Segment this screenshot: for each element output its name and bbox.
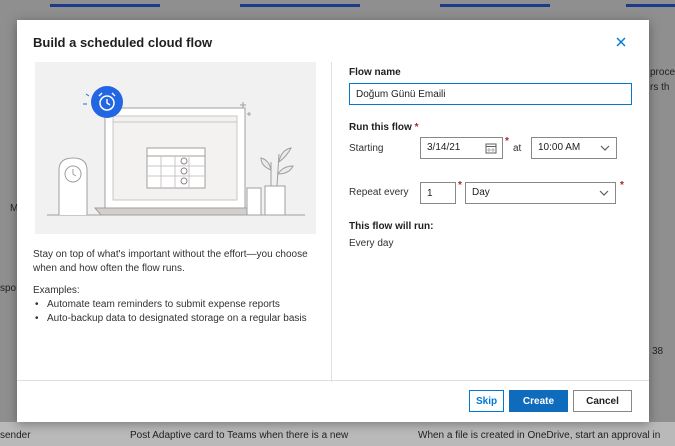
scheduled-flow-illustration [35, 62, 316, 234]
background-text: 38 [652, 346, 664, 357]
example-item: Automate team reminders to submit expens… [33, 298, 307, 312]
laptop-calendar-illustration [47, 86, 305, 216]
will-run-summary: Every day [349, 238, 394, 249]
background-template-row: sender Post Adaptive card to Teams when … [0, 422, 675, 446]
starting-label: Starting [349, 143, 384, 154]
create-button[interactable]: Create [509, 390, 568, 412]
background-text: spo [0, 283, 17, 294]
examples-label: Examples: [33, 285, 80, 296]
start-date-picker[interactable]: 3/14/21 [420, 137, 503, 159]
run-this-flow-label: Run this flow * [349, 122, 418, 133]
required-mark: * [620, 180, 624, 191]
background-card-accent [50, 4, 160, 7]
repeat-unit-dropdown[interactable]: Day [465, 182, 616, 204]
flow-name-label: Flow name [349, 67, 401, 78]
background-template-title[interactable]: When a file is created in OneDrive, star… [418, 430, 660, 441]
flow-description: Stay on top of what's important without … [33, 249, 308, 274]
chevron-down-icon [600, 145, 610, 151]
skip-button[interactable]: Skip [469, 390, 504, 412]
start-date-value: 3/14/21 [427, 142, 461, 153]
background-card-accent [240, 4, 360, 7]
background-text: rs th [650, 82, 670, 93]
calendar-icon [485, 143, 497, 154]
repeat-interval-input[interactable] [420, 182, 456, 204]
start-time-dropdown[interactable]: 10:00 AM [531, 137, 617, 159]
scheduled-flow-dialog: Build a scheduled cloud flow Stay on top… [17, 20, 649, 422]
close-button[interactable] [614, 35, 628, 49]
required-mark: * [505, 136, 509, 147]
at-label: at [513, 143, 522, 154]
background-card-accent [626, 4, 675, 7]
footer-divider [17, 380, 649, 381]
background-template-title[interactable]: sender [0, 430, 31, 441]
repeat-every-label: Repeat every [349, 187, 409, 198]
run-this-flow-text: Run this flow [349, 122, 412, 133]
will-run-label: This flow will run: [349, 221, 434, 232]
required-mark: * [414, 122, 419, 133]
background-card-accent [440, 4, 550, 7]
dialog-title: Build a scheduled cloud flow [33, 35, 213, 50]
flow-name-input[interactable] [349, 83, 632, 105]
required-mark: * [458, 180, 462, 191]
examples-list: Automate team reminders to submit expens… [33, 298, 307, 326]
repeat-unit-value: Day [472, 187, 490, 198]
background-text: proce [650, 67, 675, 78]
cancel-button[interactable]: Cancel [573, 390, 632, 412]
background-template-title[interactable]: Post Adaptive card to Teams when there i… [130, 430, 348, 441]
start-time-value: 10:00 AM [538, 142, 581, 153]
example-item: Auto-backup data to designated storage o… [33, 312, 307, 326]
close-icon [616, 37, 626, 47]
column-divider [331, 62, 332, 382]
chevron-down-icon [599, 190, 609, 196]
